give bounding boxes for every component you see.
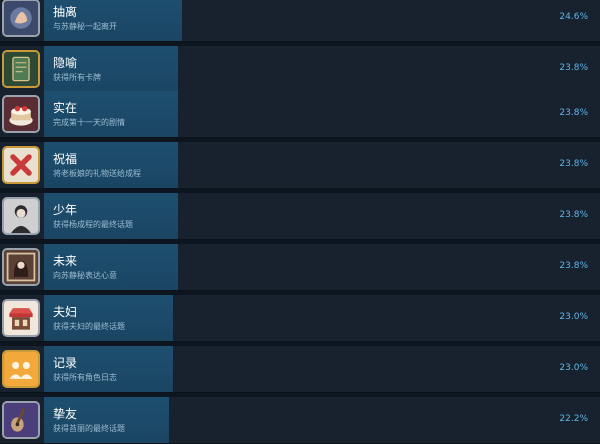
achievement-icon-frame	[0, 295, 42, 341]
achievement-icon-frame	[0, 0, 42, 41]
achievement-title: 挚友	[53, 407, 78, 421]
achievement-title: 记录	[53, 356, 78, 370]
unlock-percentage: 23.8%	[559, 261, 588, 271]
achievement-row: 夫妇获得夫妇的最终话题 23.0%	[0, 295, 600, 342]
achievement-icon-frame	[0, 346, 42, 392]
achievement-row: 少年获得杨成程的最终话题 23.8%	[0, 193, 600, 240]
unlock-percentage: 24.6%	[559, 12, 588, 22]
achievement-row: 记录获得所有角色日志 23.0%	[0, 346, 600, 393]
achievement-icon-frame	[0, 397, 42, 443]
achievement-row: 隐喻获得所有卡牌 23.8%	[0, 46, 600, 93]
unlock-percentage: 23.8%	[559, 63, 588, 73]
achievement-description: 获得所有卡牌	[53, 73, 101, 82]
boy-portrait-icon	[2, 197, 40, 235]
achievement-row: 抽离与苏静秘一起离开 24.6%	[0, 0, 600, 42]
achievement-icon-frame	[0, 244, 42, 290]
achievement-title: 祝福	[53, 152, 78, 166]
cake-icon	[2, 95, 40, 133]
achievement-title: 未来	[53, 254, 78, 268]
achievement-title: 抽离	[53, 5, 78, 19]
unlock-percentage: 23.8%	[559, 210, 588, 220]
unlock-percentage: 23.0%	[559, 363, 588, 373]
guitar-icon	[2, 401, 40, 439]
girl-portrait-icon	[2, 248, 40, 286]
achievement-icon-frame	[0, 91, 42, 137]
unlock-percentage: 22.2%	[559, 414, 588, 424]
achievement-description: 获得苔丽的最终话题	[53, 424, 125, 433]
achievement-icon-frame	[0, 46, 42, 92]
achievement-title: 夫妇	[53, 305, 78, 319]
achievement-icon-frame	[0, 193, 42, 239]
achievement-description: 将老板娘的礼物送给成程	[53, 169, 141, 178]
achievement-description: 与苏静秘一起离开	[53, 22, 117, 31]
achievement-title: 实在	[53, 101, 78, 115]
gift-icon	[2, 146, 40, 184]
unlock-percentage: 23.8%	[559, 159, 588, 169]
card-icon	[2, 50, 40, 88]
achievement-row: 未来向苏静秘表达心意 23.8%	[0, 244, 600, 291]
shop-icon	[2, 299, 40, 337]
achievement-row: 祝福将老板娘的礼物送给成程 23.8%	[0, 142, 600, 189]
achievement-description: 获得所有角色日志	[53, 373, 117, 382]
achievement-description: 完成第十一天的剧情	[53, 118, 125, 127]
unlock-percentage: 23.0%	[559, 312, 588, 322]
unlock-percentage: 23.8%	[559, 108, 588, 118]
achievement-description: 获得杨成程的最终话题	[53, 220, 133, 229]
achievement-description: 向苏静秘表达心意	[53, 271, 117, 280]
hand-icon	[2, 0, 40, 37]
achievement-title: 少年	[53, 203, 78, 217]
achievement-row: 挚友获得苔丽的最终话题 22.2%	[0, 397, 600, 444]
achievement-title: 隐喻	[53, 56, 78, 70]
achievement-icon-frame	[0, 142, 42, 188]
achievement-description: 获得夫妇的最终话题	[53, 322, 125, 331]
achievement-row: 实在完成第十一天的剧情 23.8%	[0, 91, 600, 138]
people-icon	[2, 350, 40, 388]
